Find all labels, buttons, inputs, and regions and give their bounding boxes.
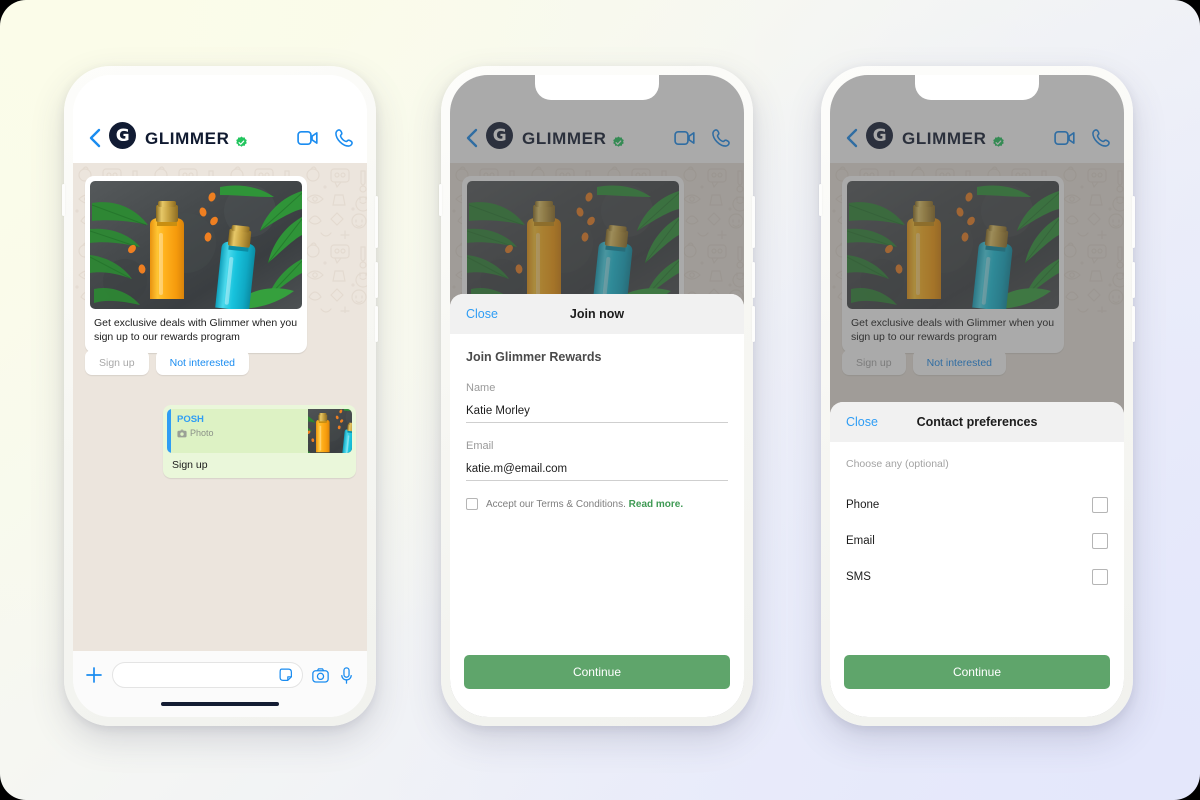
- quote-sender: POSH: [177, 414, 204, 425]
- promo-product-image: [90, 181, 302, 309]
- preference-row-phone[interactable]: Phone: [846, 488, 1108, 522]
- back-icon[interactable]: [85, 127, 105, 149]
- phone-1-chat: G GLIMMER Get exclusive deals with Glimm…: [62, 66, 378, 726]
- email-field-label: Email: [466, 440, 494, 452]
- plus-icon[interactable]: [85, 666, 103, 684]
- phone-call-icon[interactable]: [333, 127, 355, 149]
- sms-checkbox[interactable]: [1092, 569, 1108, 585]
- continue-button[interactable]: Continue: [464, 655, 730, 689]
- preference-label: Phone: [846, 499, 880, 511]
- phone-2-side-button-3[interactable]: [752, 306, 755, 342]
- video-call-icon[interactable]: [297, 127, 319, 149]
- preference-label: Email: [846, 535, 875, 547]
- quote-attachment: Photo: [177, 428, 302, 438]
- email-field-group: Email: [466, 440, 728, 481]
- promo-card: Get exclusive deals with Glimmer when yo…: [85, 176, 307, 353]
- quoted-message[interactable]: POSH Photo: [167, 409, 352, 453]
- continue-button[interactable]: Continue: [844, 655, 1110, 689]
- phone-1-side-button-2[interactable]: [375, 262, 378, 298]
- phone-3-side-button-2[interactable]: [1132, 262, 1135, 298]
- promo-card-text: Get exclusive deals with Glimmer when yo…: [94, 317, 298, 343]
- close-button[interactable]: Close: [466, 307, 498, 321]
- poster-canvas: G GLIMMER Get exclusive deals with Glimm…: [0, 0, 1200, 800]
- message-input[interactable]: [112, 662, 303, 688]
- join-now-sheet: Join now Close Join Glimmer Rewards Name…: [450, 294, 744, 717]
- quote-thumbnail: [308, 409, 352, 453]
- verified-badge-icon: [236, 136, 248, 147]
- status-notch: [915, 75, 1039, 100]
- camera-icon[interactable]: [312, 667, 329, 684]
- microphone-icon[interactable]: [338, 666, 355, 684]
- name-field-group: Name: [466, 382, 728, 423]
- email-input[interactable]: [466, 463, 728, 481]
- close-button[interactable]: Close: [846, 415, 878, 429]
- phone-3-volume-button[interactable]: [819, 184, 822, 216]
- not-interested-button[interactable]: Not interested: [155, 350, 249, 375]
- quote-attachment-label: Photo: [190, 428, 214, 438]
- phone-3-side-button-3[interactable]: [1132, 306, 1135, 342]
- preference-row-sms[interactable]: SMS: [846, 560, 1108, 594]
- preference-row-email[interactable]: Email: [846, 524, 1108, 558]
- outgoing-reply-bubble: POSH Photo Sign up: [163, 405, 356, 478]
- sheet-footer: Continue: [450, 655, 744, 717]
- phone-3-screen: G GLIMMER Get exclusive deals with Glimm…: [830, 75, 1124, 717]
- sign-up-button[interactable]: Sign up: [85, 350, 149, 375]
- phone-checkbox[interactable]: [1092, 497, 1108, 513]
- chat-input-bar: [73, 651, 367, 717]
- sheet-footer: Continue: [830, 655, 1124, 717]
- contact-preferences-sheet: Contact preferences Close Choose any (op…: [830, 402, 1124, 717]
- sticker-icon[interactable]: [279, 668, 294, 683]
- phone-1-screen: G GLIMMER Get exclusive deals with Glimm…: [73, 75, 367, 717]
- brand-name: GLIMMER: [145, 129, 230, 148]
- terms-row: Accept our Terms & Conditions. Read more…: [466, 498, 728, 510]
- phone-3-side-button-1[interactable]: [1132, 196, 1135, 248]
- phone-2-join-now: G GLIMMER Join now Close Join Glimmer Re…: [439, 66, 755, 726]
- brand-logo[interactable]: G: [109, 122, 136, 149]
- terms-text: Accept our Terms & Conditions. Read more…: [486, 499, 683, 510]
- home-indicator: [161, 702, 279, 706]
- preference-label: SMS: [846, 571, 871, 583]
- chat-message-list[interactable]: Get exclusive deals with Glimmer when yo…: [73, 163, 367, 651]
- phone-2-side-button-2[interactable]: [752, 262, 755, 298]
- phone-2-screen: G GLIMMER Join now Close Join Glimmer Re…: [450, 75, 744, 717]
- form-title: Join Glimmer Rewards: [466, 350, 602, 364]
- phone-1-volume-button[interactable]: [62, 184, 65, 216]
- read-more-link[interactable]: Read more.: [629, 499, 683, 510]
- phone-1-side-button-1[interactable]: [375, 196, 378, 248]
- preferences-list: Choose any (optional) Phone Email SMS: [830, 442, 1124, 655]
- sheet-header: Contact preferences Close: [830, 402, 1124, 442]
- status-notch: [535, 75, 659, 100]
- camera-icon: [177, 429, 187, 437]
- reply-message-text: Sign up: [172, 459, 208, 471]
- name-input[interactable]: [466, 405, 728, 423]
- name-field-label: Name: [466, 382, 496, 394]
- terms-label: Accept our Terms & Conditions.: [486, 498, 626, 510]
- promo-cta-row: Sign up Not interested: [85, 350, 249, 375]
- email-checkbox[interactable]: [1092, 533, 1108, 549]
- phone-1-side-button-3[interactable]: [375, 306, 378, 342]
- phone-2-volume-button[interactable]: [439, 184, 442, 216]
- sheet-header: Join now Close: [450, 294, 744, 334]
- chat-header: G GLIMMER: [73, 75, 367, 163]
- phone-2-side-button-1[interactable]: [752, 196, 755, 248]
- terms-checkbox[interactable]: [466, 498, 478, 510]
- preferences-hint: Choose any (optional): [846, 458, 949, 470]
- phone-3-contact-preferences: G GLIMMER Get exclusive deals with Glimm…: [819, 66, 1135, 726]
- join-form: Join Glimmer Rewards Name Email Accept o…: [450, 334, 744, 655]
